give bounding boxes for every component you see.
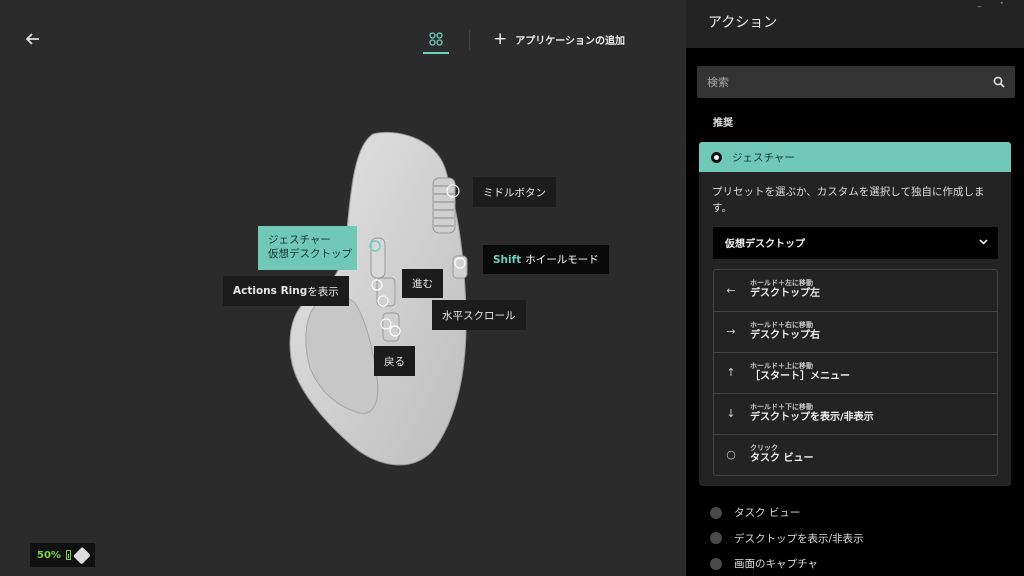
gesture-hint: ホールド＋下に移動 — [750, 402, 813, 411]
back-text: 戻る — [384, 355, 405, 368]
search-placeholder: 検索 — [707, 76, 729, 89]
gesture-card: ジェスチャー プリセットを選ぶか、カスタムを選択して独自に作成します。 仮想デス… — [699, 142, 1011, 486]
actions-ring-rest: を表示 — [307, 285, 339, 298]
radio-unselected-icon — [710, 557, 722, 570]
gesture-label: デスクトップ右 — [750, 329, 820, 341]
add-application-label: アプリケーションの追加 — [515, 35, 626, 47]
label-gesture-button[interactable]: ジェスチャー 仮想デスクトップ — [258, 226, 357, 270]
gesture-list: ← ホールド＋左に移動 デスクトップ左 → ホールド＋右に移動 デスクトップ右 ↑ … — [713, 268, 998, 476]
shift-text: ホイールモード — [525, 254, 599, 266]
search-icon[interactable] — [993, 73, 1005, 92]
shift-keyword: Shift — [493, 253, 522, 266]
arrow-left-icon: ← — [726, 283, 736, 297]
gesture-row[interactable]: ← ホールド＋左に移動 デスクトップ左 — [714, 270, 997, 311]
battery-icon — [65, 550, 72, 560]
gesture-label: ［スタート］メニュー — [750, 370, 850, 382]
flow-icon — [73, 546, 91, 564]
panel-header: アクション – ˟ — [686, 0, 1024, 48]
gesture-label: デスクトップ左 — [750, 288, 820, 300]
horizontal-scroll-text: 水平スクロール — [442, 309, 516, 322]
gesture-hint: ホールド＋左に移動 — [750, 279, 813, 288]
label-back[interactable]: 戻る — [374, 346, 415, 376]
gesture-row[interactable]: → ホールド＋右に移動 デスクトップ右 — [714, 310, 997, 352]
gesture-label: タスク ビュー — [750, 452, 814, 464]
card-description: プリセットを選ぶか、カスタムを選択して独自に作成します。 — [712, 186, 985, 215]
battery-level: 50% — [37, 549, 61, 561]
gesture-sub-text: 仮想デスクトップ — [268, 248, 352, 260]
other-actions-list: タスク ビュー デスクトップを表示/非表示 画面のキャプチャ — [710, 500, 864, 576]
apps-grid-icon[interactable] — [423, 28, 449, 50]
action-option[interactable]: 画面のキャプチャ — [710, 551, 864, 576]
actions-panel: アクション – ˟ 検索 推奨 ジェスチャー プリセットを選ぶか、カスタムを選択… — [686, 0, 1024, 576]
radio-selected-icon — [711, 151, 722, 163]
search-input[interactable]: 検索 — [697, 66, 1015, 98]
gesture-row[interactable]: ↑ ホールド＋上に移動 ［スタート］メニュー — [714, 351, 997, 393]
gesture-hint: ホールド＋上に移動 — [750, 361, 813, 370]
action-option-label: 画面のキャプチャ — [734, 558, 818, 571]
back-arrow-icon[interactable] — [22, 28, 44, 50]
plus-icon: + — [493, 28, 508, 49]
add-application-button[interactable]: + アプリケーションの追加 — [493, 29, 625, 49]
forward-text: 進む — [412, 278, 433, 290]
middle-button-text: ミドルボタン — [483, 186, 546, 199]
actions-ring-bold: Actions Ring — [233, 285, 308, 297]
gesture-hint: ホールド＋右に移動 — [750, 320, 813, 329]
gesture-label: デスクトップを表示/非表示 — [750, 411, 874, 423]
label-shift-wheel-mode[interactable]: Shift ホイールモード — [483, 245, 609, 274]
window-controls[interactable]: – ˟ — [977, 2, 1012, 12]
header-divider — [469, 30, 470, 50]
arrow-right-icon: → — [726, 325, 736, 339]
panel-body: 検索 推奨 ジェスチャー プリセットを選ぶか、カスタムを選択して独自に作成します… — [686, 48, 1024, 576]
main-area: + アプリケーションの追加 ミドルボタン ジェスチャー 仮想デスクトップ Shi… — [0, 0, 686, 576]
action-option-label: デスクトップを表示/非表示 — [734, 532, 864, 545]
label-forward[interactable]: 進む — [402, 269, 443, 298]
battery-indicator[interactable]: 50% — [30, 543, 95, 567]
gesture-row[interactable]: ○ クリック タスク ビュー — [714, 433, 997, 475]
apps-tab-underline — [423, 52, 449, 54]
gesture-hint: クリック — [750, 443, 778, 452]
label-middle-button[interactable]: ミドルボタン — [473, 177, 556, 207]
panel-title: アクション — [708, 15, 778, 31]
gesture-row[interactable]: ↓ ホールド＋下に移動 デスクトップを表示/非表示 — [714, 392, 997, 434]
arrow-up-icon: ↑ — [726, 366, 736, 380]
action-option-label: タスク ビュー — [734, 507, 801, 520]
radio-unselected-icon — [710, 506, 722, 519]
action-option[interactable]: タスク ビュー — [710, 500, 864, 526]
section-recommended: 推奨 — [713, 118, 733, 129]
circle-click-icon: ○ — [726, 448, 736, 462]
label-actions-ring[interactable]: Actions Ring を表示 — [223, 276, 349, 306]
gesture-title-text: ジェスチャー — [268, 234, 331, 247]
chevron-down-icon — [979, 237, 988, 248]
selected-action-label: ジェスチャー — [732, 151, 795, 164]
gesture-option[interactable]: ジェスチャー — [699, 142, 1011, 172]
radio-unselected-icon — [710, 532, 722, 545]
preset-dropdown[interactable]: 仮想デスクトップ — [713, 226, 998, 259]
preset-value: 仮想デスクトップ — [725, 239, 805, 251]
action-option[interactable]: デスクトップを表示/非表示 — [710, 526, 864, 552]
label-horizontal-scroll[interactable]: 水平スクロール — [432, 300, 526, 330]
arrow-down-icon: ↓ — [726, 407, 736, 421]
